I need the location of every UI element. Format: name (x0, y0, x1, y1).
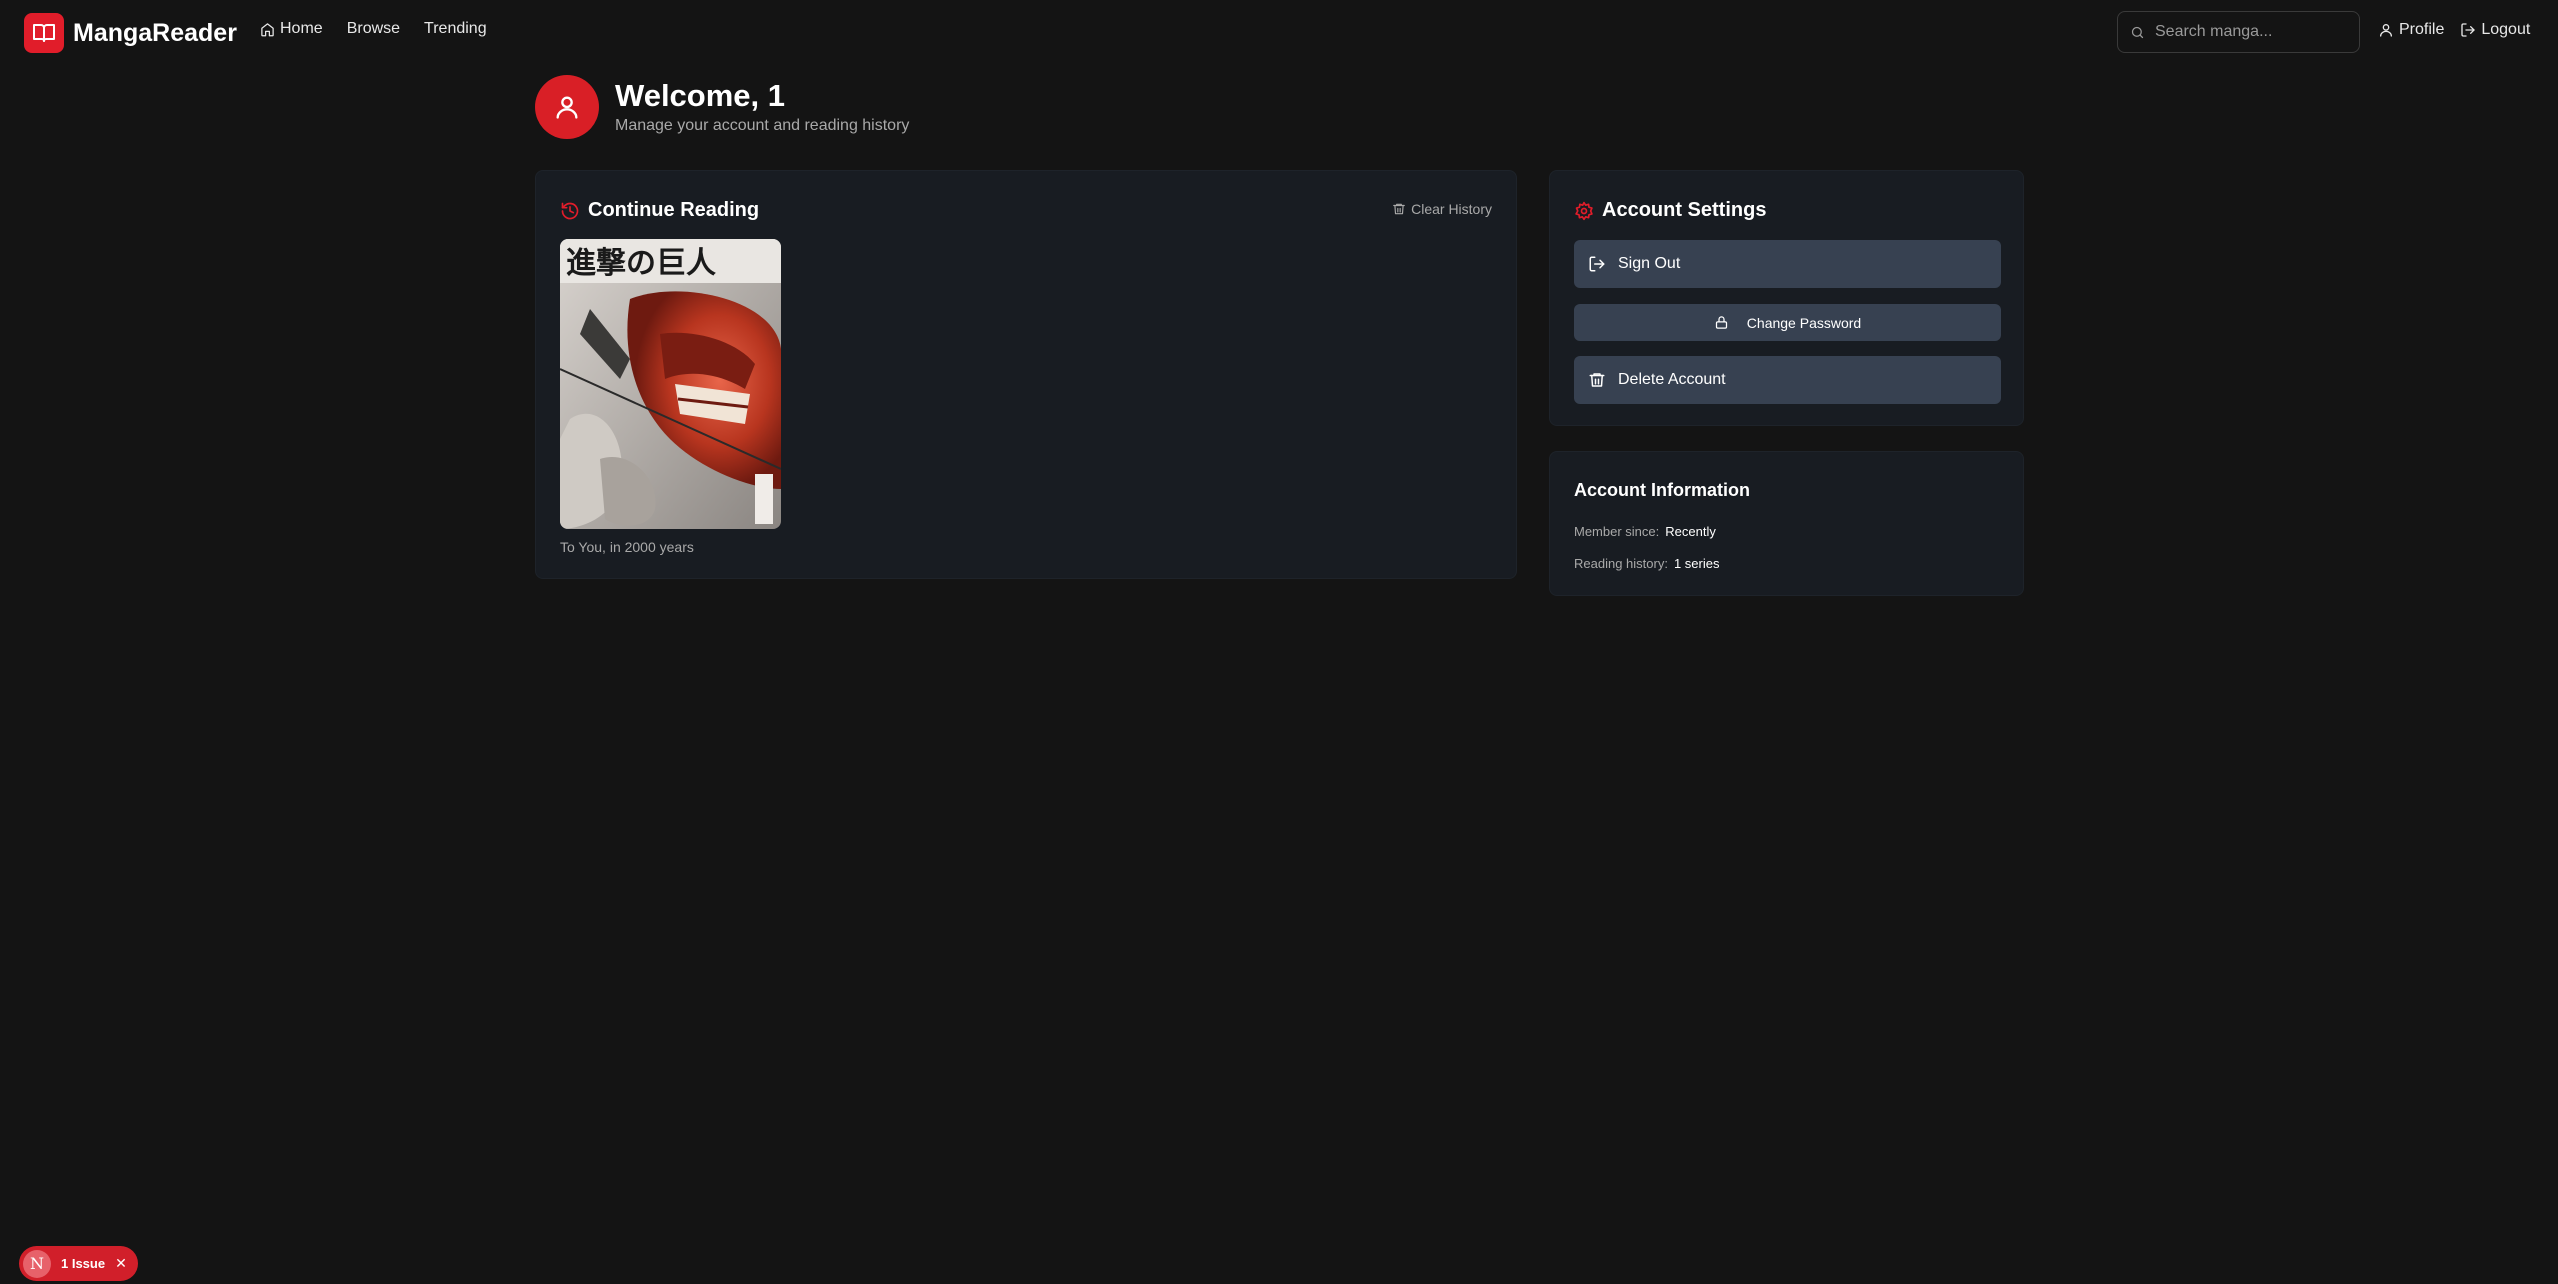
nav-browse-label: Browse (346, 20, 401, 37)
logout-label: Logout (2481, 21, 2531, 38)
issue-logo: N (23, 1249, 51, 1278)
avatar (535, 75, 599, 139)
manga-title[interactable]: To You, in 2000 years (560, 539, 694, 555)
logout-link[interactable]: Logout (2460, 21, 2530, 39)
manga-cover-art: 進撃の巨人 (560, 239, 781, 529)
nav-trending-label: Trending (424, 20, 487, 37)
delete-account-button[interactable]: Delete Account (1574, 356, 2001, 404)
trash-icon (1589, 373, 1605, 387)
reading-history-row: Reading history: 1 series (1574, 556, 1719, 571)
member-since-label: Member since: (1574, 524, 1660, 539)
book-open-icon (24, 13, 64, 53)
clear-history-button[interactable]: Clear History (1392, 201, 1492, 217)
delete-account-label: Delete Account (1618, 371, 1726, 388)
page-title: Welcome, 1 (615, 77, 786, 113)
nav-home-label: Home (280, 20, 323, 37)
search-icon (2131, 26, 2144, 38)
logout-icon (2461, 23, 2476, 37)
member-since-value: Recently (1665, 524, 1716, 539)
home-icon (261, 22, 274, 36)
search-input[interactable] (2155, 23, 2345, 41)
sign-out-button[interactable]: Sign Out (1574, 240, 2001, 288)
search-box (2117, 11, 2360, 53)
history-icon (561, 202, 579, 219)
profile-link[interactable]: Profile (2378, 21, 2444, 39)
gear-icon (1575, 201, 1593, 220)
cover-title-text: 進撃の巨人 (566, 246, 716, 281)
lock-icon (1715, 316, 1727, 329)
profile-label: Profile (2399, 21, 2445, 38)
page-subtitle: Manage your account and reading history (615, 117, 910, 135)
reading-history-value: 1 series (1673, 556, 1720, 571)
brand[interactable]: MangaReader (24, 13, 237, 53)
change-password-label: Change Password (1746, 314, 1862, 331)
nav-home-link[interactable]: Home (260, 20, 323, 38)
sign-out-label: Sign Out (1618, 255, 1681, 272)
continue-reading-label: Continue Reading (588, 199, 760, 221)
user-icon (2380, 24, 2392, 37)
user-nav: Profile Logout (2378, 21, 2546, 39)
top-navigation: MangaReader Home Browse Trending Profile (0, 0, 2558, 66)
welcome-header: Welcome, 1 Manage your account and readi… (535, 75, 909, 139)
account-information-title: Account Information (1574, 480, 1750, 500)
continue-reading-card: Continue Reading Clear History 進撃の巨人 To … (535, 170, 1517, 579)
trash-icon (1393, 203, 1405, 215)
welcome-text: Welcome, 1 Manage your account and readi… (615, 77, 910, 135)
clear-history-label: Clear History (1411, 201, 1492, 217)
manga-cover[interactable]: 進撃の巨人 (560, 239, 781, 529)
issue-count-label: 1 Issue (61, 1256, 106, 1271)
member-since-row: Member since: Recently (1574, 524, 1716, 539)
logout-icon (1589, 256, 1605, 272)
nav-browse-link[interactable]: Browse (347, 20, 400, 38)
account-settings-title: Account Settings (1574, 199, 1766, 222)
close-icon[interactable]: ✕ (115, 1255, 127, 1272)
user-icon (556, 96, 578, 119)
continue-reading-title: Continue Reading (560, 199, 759, 222)
account-settings-card: Account Settings Sign Out Change Passwor… (1549, 170, 2024, 426)
nav-links: Home Browse Trending (260, 20, 511, 38)
account-settings-label: Account Settings (1602, 199, 1767, 221)
change-password-button[interactable]: Change Password (1574, 304, 2001, 341)
nav-trending-link[interactable]: Trending (424, 20, 487, 38)
account-information-card: Account Information Member since: Recentl… (1549, 451, 2024, 596)
issues-badge[interactable]: N 1 Issue ✕ (19, 1246, 138, 1281)
brand-name: MangaReader (73, 18, 237, 47)
reading-history-label: Reading history: (1574, 556, 1668, 571)
